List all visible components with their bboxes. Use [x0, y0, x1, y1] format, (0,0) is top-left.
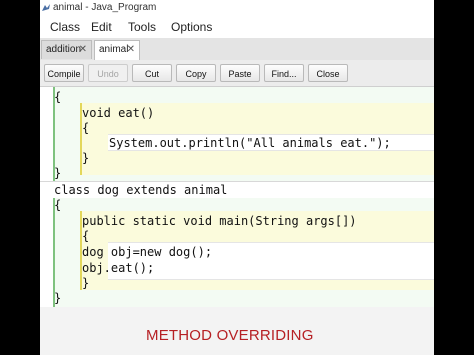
compile-button[interactable]: Compile — [44, 64, 84, 82]
menu-tools[interactable]: Tools — [128, 20, 156, 34]
menu-class[interactable]: Class — [50, 20, 80, 34]
close-button[interactable]: Close — [308, 64, 348, 82]
tab-bar: addition ✕ animal ✕ — [40, 38, 434, 61]
tab-label: addition — [46, 44, 82, 55]
code-line: dog obj=new dog(); — [82, 245, 213, 259]
menu-options[interactable]: Options — [171, 20, 212, 34]
code-line: } — [54, 291, 62, 305]
code-line: void eat() — [82, 106, 155, 120]
paste-button[interactable]: Paste — [220, 64, 260, 82]
cut-button[interactable]: Cut — [132, 64, 172, 82]
find-button[interactable]: Find... — [264, 64, 304, 82]
toolbar: Compile Undo Cut Copy Paste Find... Clos… — [40, 60, 434, 87]
menu-edit[interactable]: Edit — [91, 20, 112, 34]
menu-bar: Class Edit Tools Options — [40, 16, 434, 38]
code-line: { — [82, 121, 90, 135]
close-icon[interactable]: ✕ — [127, 44, 135, 55]
title-bar: animal - Java_Program — [40, 0, 434, 16]
code-line: { — [82, 229, 90, 243]
tab-animal[interactable]: animal ✕ — [94, 40, 140, 60]
tab-label: animal — [99, 44, 129, 55]
tab-addition[interactable]: addition ✕ — [41, 40, 92, 59]
close-icon[interactable]: ✕ — [79, 44, 87, 55]
code-line: } — [82, 276, 90, 290]
code-editor[interactable]: { void eat() { System.out.println("All a… — [40, 87, 434, 307]
code-line: public static void main(String args[]) — [82, 214, 357, 228]
window-title: animal - Java_Program — [53, 2, 157, 13]
copy-button[interactable]: Copy — [176, 64, 216, 82]
caption-text: METHOD OVERRIDING — [146, 327, 314, 344]
bluej-bird-icon — [42, 4, 50, 11]
code-line: System.out.println("All animals eat."); — [109, 136, 391, 150]
bluej-editor-window: animal - Java_Program Class Edit Tools O… — [40, 0, 434, 355]
code-line: } — [54, 166, 62, 180]
code-line: class dog extends animal — [54, 183, 228, 197]
code-line: } — [82, 151, 90, 165]
code-line: { — [54, 198, 62, 212]
code-line: { — [54, 90, 62, 104]
code-line: obj.eat(); — [82, 261, 155, 275]
undo-button[interactable]: Undo — [88, 64, 128, 82]
